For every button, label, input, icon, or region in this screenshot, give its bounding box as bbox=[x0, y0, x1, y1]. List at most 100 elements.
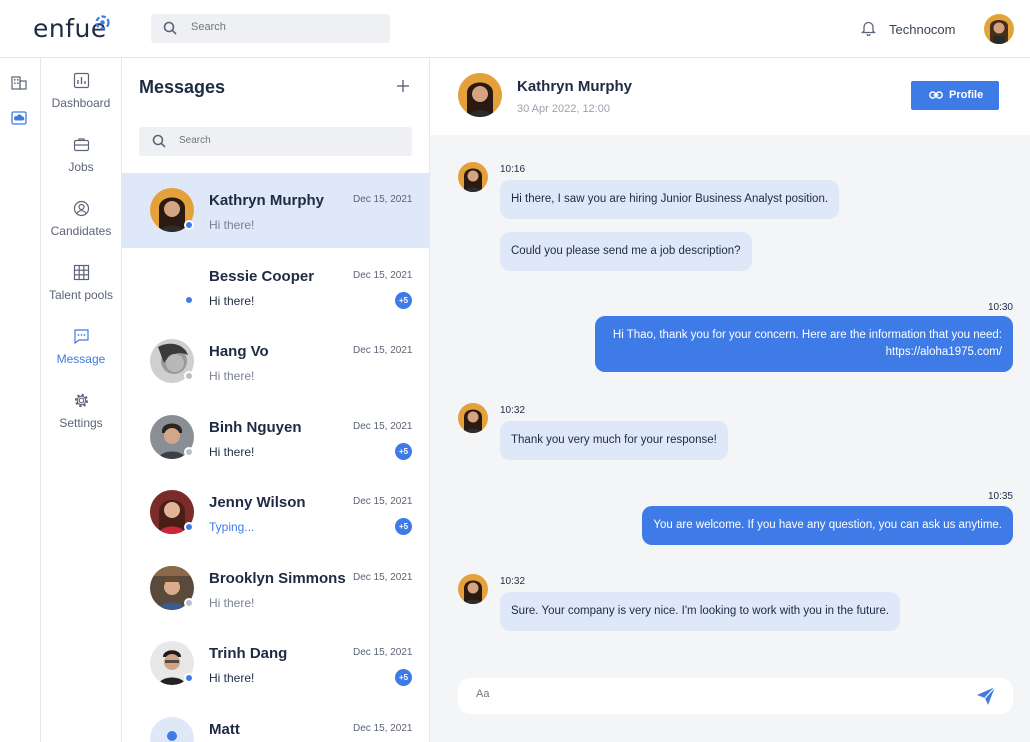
nav-label: Jobs bbox=[68, 160, 94, 174]
top-bar: enfue Technocom bbox=[0, 0, 1030, 58]
status-dot bbox=[184, 522, 194, 532]
conversation-item[interactable]: Trinh Dang Dec 15, 2021 Hi there! +5 bbox=[122, 626, 429, 701]
unread-badge: +5 bbox=[395, 518, 412, 535]
contact-date: 30 Apr 2022, 12:00 bbox=[517, 103, 610, 115]
unread-badge: +5 bbox=[395, 669, 412, 686]
plus-icon[interactable] bbox=[397, 80, 409, 92]
conversation-item[interactable]: Brooklyn Simmons Dec 15, 2021 Hi there! bbox=[122, 551, 429, 626]
nav-talent-pools[interactable]: Talent pools bbox=[41, 264, 121, 304]
conversation-date: Dec 15, 2021 bbox=[353, 270, 413, 281]
message-link[interactable]: https://aloha1975.com/ bbox=[606, 344, 1002, 361]
conversation-date: Dec 15, 2021 bbox=[353, 647, 413, 658]
message-time: 10:32 bbox=[500, 405, 526, 416]
sender-avatar bbox=[458, 162, 488, 192]
messages-search-box[interactable] bbox=[139, 127, 412, 156]
conversation-item[interactable]: Binh Nguyen Dec 15, 2021 Hi there! +5 bbox=[122, 400, 429, 475]
top-search-input[interactable] bbox=[191, 21, 371, 33]
conversation-item[interactable]: Hang Vo Dec 15, 2021 Hi there! bbox=[122, 324, 429, 399]
company-name[interactable]: Technocom bbox=[889, 22, 955, 37]
chat-panel: Kathryn Murphy 30 Apr 2022, 12:00 Profil… bbox=[430, 58, 1030, 742]
message-text: Hi Thao, thank you for your concern. Her… bbox=[612, 329, 1002, 341]
logo-star-icon bbox=[95, 15, 110, 30]
conversation-date: Dec 15, 2021 bbox=[353, 723, 413, 734]
nav-dashboard[interactable]: Dashboard bbox=[41, 72, 121, 112]
conversation-date: Dec 15, 2021 bbox=[353, 194, 413, 205]
unread-badge: +5 bbox=[395, 443, 412, 460]
nav-settings[interactable]: Settings bbox=[41, 392, 121, 432]
sender-avatar bbox=[458, 403, 488, 433]
conversation-preview: Hi there! bbox=[209, 369, 255, 383]
status-dot bbox=[184, 371, 194, 381]
app-rail bbox=[0, 58, 41, 742]
conversation-name: Bessie Cooper bbox=[209, 268, 315, 285]
link-icon bbox=[929, 91, 943, 99]
contact-avatar[interactable] bbox=[458, 73, 502, 117]
conversation-preview: Typing... bbox=[209, 520, 255, 534]
conversation-preview: Hi there! bbox=[209, 445, 255, 459]
message-bubble: Thank you very much for your response! bbox=[500, 421, 728, 460]
search-icon bbox=[163, 21, 177, 35]
conversation-name: Brooklyn Simmons bbox=[209, 570, 346, 587]
messages-title: Messages bbox=[139, 77, 226, 97]
message-composer[interactable] bbox=[458, 678, 1013, 714]
status-dot bbox=[184, 295, 194, 305]
message-bubble: Sure. Your company is very nice. I'm loo… bbox=[500, 592, 901, 631]
status-dot bbox=[184, 598, 194, 608]
conversation-item[interactable]: Bessie Cooper Dec 15, 2021 Hi there! +5 bbox=[122, 249, 429, 324]
message-bubble: Hi Thao, thank you for your concern. Her… bbox=[595, 316, 1013, 372]
contact-name: Kathryn Murphy bbox=[517, 78, 633, 95]
messages-search-input[interactable] bbox=[179, 135, 379, 146]
message-time: 10:32 bbox=[500, 576, 526, 587]
conversation-item[interactable]: Matt Dec 15, 2021 bbox=[122, 702, 429, 742]
conversation-name: Trinh Dang bbox=[209, 645, 288, 662]
conversation-name: Kathryn Murphy bbox=[209, 192, 325, 209]
chat-icon bbox=[73, 329, 89, 345]
conversation-preview: Hi there! bbox=[209, 671, 255, 685]
nav-label: Candidates bbox=[50, 224, 112, 238]
conversation-name: Hang Vo bbox=[209, 343, 269, 360]
nav-jobs[interactable]: Jobs bbox=[41, 136, 121, 176]
send-icon[interactable] bbox=[976, 686, 996, 706]
nav-label: Message bbox=[56, 352, 106, 366]
main-nav: Dashboard Jobs Candidates Talent pools M… bbox=[41, 58, 122, 742]
conversation-date: Dec 15, 2021 bbox=[353, 421, 413, 432]
profile-button-label: Profile bbox=[949, 89, 984, 101]
conversation-date: Dec 15, 2021 bbox=[353, 496, 413, 507]
status-dot bbox=[184, 673, 194, 683]
messages-panel: Messages Kathryn Murphy Dec 15, 2021 Hi … bbox=[122, 58, 430, 742]
nav-label: Dashboard bbox=[51, 96, 111, 110]
conversation-date: Dec 15, 2021 bbox=[353, 572, 413, 583]
conversation-preview: Hi there! bbox=[209, 596, 255, 610]
status-dot bbox=[184, 447, 194, 457]
message-bubble: Could you please send me a job descripti… bbox=[500, 232, 752, 271]
bell-icon[interactable] bbox=[861, 20, 876, 36]
nav-candidates[interactable]: Candidates bbox=[41, 200, 121, 240]
conversation-item[interactable]: Jenny Wilson Dec 15, 2021 Typing... +5 bbox=[122, 475, 429, 550]
status-dot bbox=[184, 220, 194, 230]
conversation-name: Binh Nguyen bbox=[209, 419, 302, 436]
message-input[interactable] bbox=[476, 688, 946, 700]
chart-icon bbox=[73, 72, 89, 89]
search-icon bbox=[152, 134, 166, 148]
top-search-box[interactable] bbox=[151, 14, 390, 43]
nav-message[interactable]: Message bbox=[41, 328, 121, 368]
message-bubble: You are welcome. If you have any questio… bbox=[642, 506, 1013, 545]
nav-label: Talent pools bbox=[48, 288, 114, 302]
profile-button[interactable]: Profile bbox=[911, 81, 999, 110]
avatar bbox=[150, 717, 194, 742]
conversation-name: Matt bbox=[209, 721, 240, 738]
nav-label: Settings bbox=[59, 416, 103, 430]
message-time: 10:16 bbox=[500, 164, 526, 175]
conversation-date: Dec 15, 2021 bbox=[353, 345, 413, 356]
unread-badge: +5 bbox=[395, 292, 412, 309]
building-icon[interactable] bbox=[11, 76, 27, 90]
message-time: 10:35 bbox=[987, 491, 1013, 502]
conversation-item[interactable]: Kathryn Murphy Dec 15, 2021 Hi there! bbox=[122, 173, 429, 248]
cloud-monitor-icon[interactable] bbox=[11, 111, 27, 125]
message-time: 10:30 bbox=[987, 302, 1013, 313]
user-circle-icon bbox=[73, 200, 89, 217]
sender-avatar bbox=[458, 574, 488, 604]
conversation-preview: Hi there! bbox=[209, 294, 255, 308]
user-avatar[interactable] bbox=[984, 14, 1014, 44]
message-bubble: Hi there, I saw you are hiring Junior Bu… bbox=[500, 180, 840, 219]
